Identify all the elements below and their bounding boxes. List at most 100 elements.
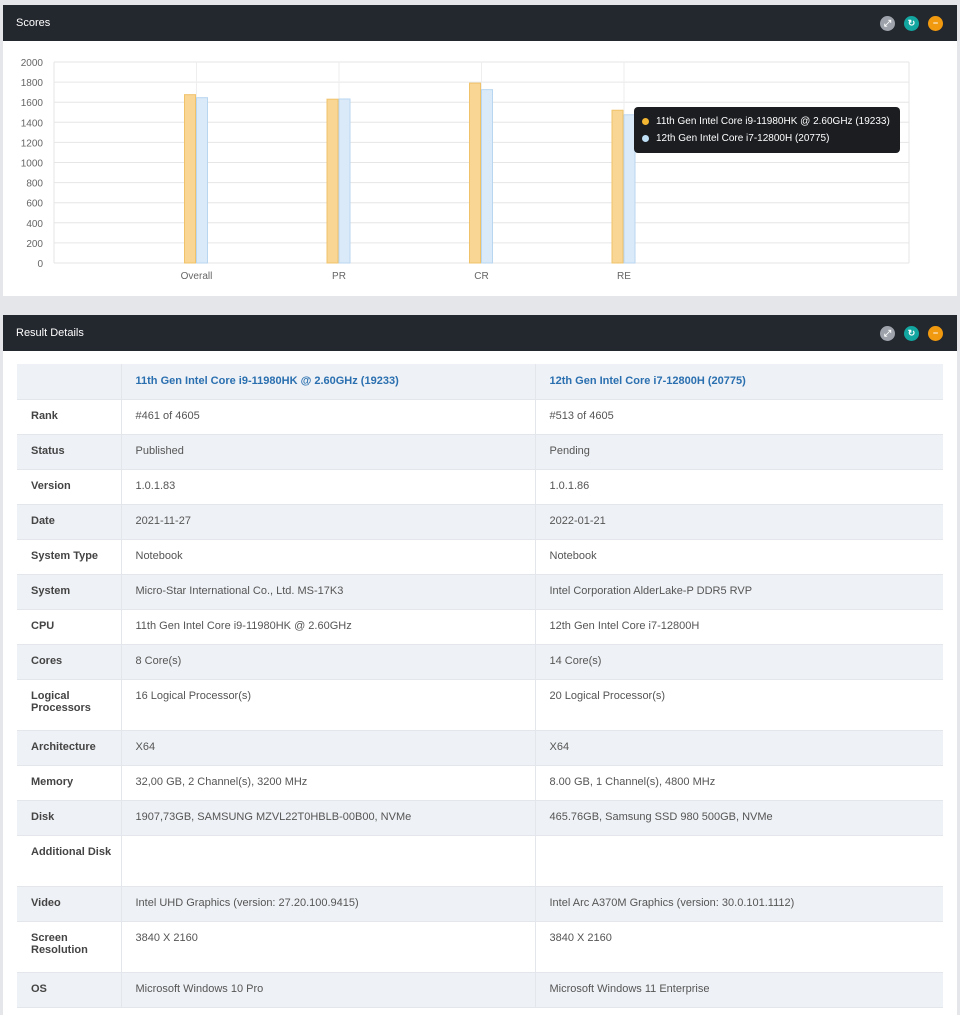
row-label: Version bbox=[17, 469, 121, 505]
row-label: Architecture bbox=[17, 730, 121, 766]
table-row: Cores 8 Core(s) 14 Core(s) bbox=[17, 644, 943, 680]
row-value-col2: X64 bbox=[534, 730, 943, 766]
row-value-col2: 1.0.1.86 bbox=[534, 469, 943, 505]
table-row: Additional Disk bbox=[17, 835, 943, 887]
row-label: Video bbox=[17, 886, 121, 922]
row-label: Cores bbox=[17, 644, 121, 680]
row-value-col2: Intel Corporation AlderLake-P DDR5 RVP bbox=[534, 574, 943, 610]
table-row: CPU 11th Gen Intel Core i9-11980HK @ 2.60… bbox=[17, 609, 943, 645]
row-value-col2: #513 of 4605 bbox=[534, 399, 943, 435]
row-value-col2: Pending bbox=[534, 434, 943, 470]
row-value-col2: 2022-01-21 bbox=[534, 504, 943, 540]
minimize-icon[interactable]: − bbox=[928, 15, 943, 31]
chart-tooltip: 11th Gen Intel Core i9-11980HK @ 2.60GHz… bbox=[634, 107, 900, 153]
y-tick-label: 1200 bbox=[21, 138, 44, 149]
row-value-col1: Notebook bbox=[120, 539, 535, 575]
row-label: CPU bbox=[17, 609, 121, 645]
row-value-col1: 1907,73GB, SAMSUNG MZVL22T0HBLB-00B00, N… bbox=[120, 800, 535, 836]
row-value-col1: #461 of 4605 bbox=[120, 399, 535, 435]
series-1-dot-icon bbox=[642, 118, 649, 125]
scores-panel-title: Scores bbox=[16, 17, 51, 29]
col2-header-link[interactable]: 12th Gen Intel Core i7-12800H (20775) bbox=[534, 364, 943, 400]
row-value-col2: 8.00 GB, 1 Channel(s), 4800 MHz bbox=[534, 765, 943, 801]
x-tick-label: RE bbox=[617, 271, 631, 282]
x-tick-label: CR bbox=[474, 271, 488, 282]
row-value-col2: Intel Arc A370M Graphics (version: 30.0.… bbox=[534, 886, 943, 922]
bar-2-cr bbox=[481, 89, 493, 264]
y-tick-label: 1400 bbox=[21, 118, 44, 129]
table-row: OS Microsoft Windows 10 Pro Microsoft Wind… bbox=[17, 972, 943, 1008]
bar-1-overall bbox=[184, 94, 196, 264]
row-value-col2: 14 Core(s) bbox=[534, 644, 943, 680]
row-value-col1: Microsoft Windows 10 Pro bbox=[120, 972, 535, 1008]
y-tick-label: 1800 bbox=[21, 78, 44, 89]
row-value-col1: 32,00 GB, 2 Channel(s), 3200 MHz bbox=[120, 765, 535, 801]
tooltip-series-2-label: 12th Gen Intel Core i7-12800H (20775) bbox=[656, 133, 830, 144]
table-row: Logical Processors 16 Logical Processor(s… bbox=[17, 679, 943, 731]
y-tick-label: 1000 bbox=[21, 159, 44, 170]
bar-1-re bbox=[611, 109, 624, 264]
row-value-col2: Microsoft Windows 11 Enterprise bbox=[534, 972, 943, 1008]
row-value-col2: 3840 X 2160 bbox=[534, 921, 943, 973]
col1-header-link[interactable]: 11th Gen Intel Core i9-11980HK @ 2.60GHz… bbox=[120, 364, 535, 400]
y-tick-label: 400 bbox=[26, 219, 43, 230]
bar-1-pr bbox=[326, 98, 339, 264]
row-value-col1: 8 Core(s) bbox=[120, 644, 535, 680]
scores-panel-controls: ⤢ ↻ − bbox=[880, 15, 943, 31]
tooltip-series-1-label: 11th Gen Intel Core i9-11980HK @ 2.60GHz… bbox=[656, 116, 890, 127]
table-row: Version 1.0.1.83 1.0.1.86 bbox=[17, 469, 943, 505]
expand-icon[interactable]: ⤢ bbox=[880, 15, 895, 31]
row-value-col2 bbox=[534, 835, 943, 887]
tooltip-row-series-1: 11th Gen Intel Core i9-11980HK @ 2.60GHz… bbox=[642, 113, 892, 130]
x-tick-label: PR bbox=[332, 271, 346, 282]
row-value-col1: X64 bbox=[120, 730, 535, 766]
details-panel-header: Result Details ⤢ ↻ − bbox=[3, 315, 957, 351]
row-value-col1: Intel UHD Graphics (version: 27.20.100.9… bbox=[120, 886, 535, 922]
bar-2-overall bbox=[196, 97, 208, 264]
row-value-col1: 11th Gen Intel Core i9-11980HK @ 2.60GHz bbox=[120, 609, 535, 645]
table-row: Disk 1907,73GB, SAMSUNG MZVL22T0HBLB-00B0… bbox=[17, 800, 943, 836]
row-value-col1: Micro-Star International Co., Ltd. MS-17… bbox=[120, 574, 535, 610]
row-value-col1 bbox=[120, 835, 535, 887]
bar-2-pr bbox=[338, 98, 351, 264]
row-value-col2: 465.76GB, Samsung SSD 980 500GB, NVMe bbox=[534, 800, 943, 836]
details-panel-title: Result Details bbox=[16, 327, 84, 339]
row-value-col2: 20 Logical Processor(s) bbox=[534, 679, 943, 731]
scores-chart-svg: 0 200 400 600 800 1000 1200 1400 1600 1800 2000 Ove… bbox=[21, 58, 910, 282]
details-panel-controls: ⤢ ↻ − bbox=[880, 325, 943, 341]
details-panel: Result Details ⤢ ↻ − 11th Gen Intel Core… bbox=[3, 315, 957, 1015]
row-label: Memory bbox=[17, 765, 121, 801]
row-value-col1: 16 Logical Processor(s) bbox=[120, 679, 535, 731]
bar-1-cr bbox=[469, 82, 481, 264]
row-label: Screen Resolution bbox=[17, 921, 121, 973]
table-row: Status Published Pending bbox=[17, 434, 943, 470]
table-row: Screen Resolution 3840 X 2160 3840 X 2160 bbox=[17, 921, 943, 973]
row-label: System bbox=[17, 574, 121, 610]
details-header-empty bbox=[17, 364, 121, 400]
row-label: Date bbox=[17, 504, 121, 540]
scores-panel-header: Scores ⤢ ↻ − bbox=[3, 5, 957, 41]
x-tick-label: Overall bbox=[181, 271, 213, 282]
table-row: Video Intel UHD Graphics (version: 27.20.… bbox=[17, 886, 943, 922]
details-header-row: 11th Gen Intel Core i9-11980HK @ 2.60GHz… bbox=[17, 364, 943, 400]
y-tick-label: 600 bbox=[26, 199, 43, 210]
series-2-dot-icon bbox=[642, 135, 649, 142]
row-value-col1: 1.0.1.83 bbox=[120, 469, 535, 505]
refresh-icon[interactable]: ↻ bbox=[904, 15, 919, 31]
minimize-icon[interactable]: − bbox=[928, 325, 943, 341]
table-row: Date 2021-11-27 2022-01-21 bbox=[17, 504, 943, 540]
row-value-col2: Notebook bbox=[534, 539, 943, 575]
expand-icon[interactable]: ⤢ bbox=[880, 325, 895, 341]
y-tick-label: 1600 bbox=[21, 98, 44, 109]
scores-chart: 0 200 400 600 800 1000 1200 1400 1600 1800 2000 Ove… bbox=[3, 41, 957, 296]
y-tick-label: 2000 bbox=[21, 58, 44, 69]
row-value-col1: Published bbox=[120, 434, 535, 470]
table-row: Rank #461 of 4605 #513 of 4605 bbox=[17, 399, 943, 435]
table-row: Architecture X64 X64 bbox=[17, 730, 943, 766]
y-tick-label: 800 bbox=[26, 179, 43, 190]
table-row: Memory 32,00 GB, 2 Channel(s), 3200 MHz 8.… bbox=[17, 765, 943, 801]
y-tick-label: 200 bbox=[26, 239, 43, 250]
refresh-icon[interactable]: ↻ bbox=[904, 325, 919, 341]
row-value-col1: 3840 X 2160 bbox=[120, 921, 535, 973]
row-value-col2: 12th Gen Intel Core i7-12800H bbox=[534, 609, 943, 645]
